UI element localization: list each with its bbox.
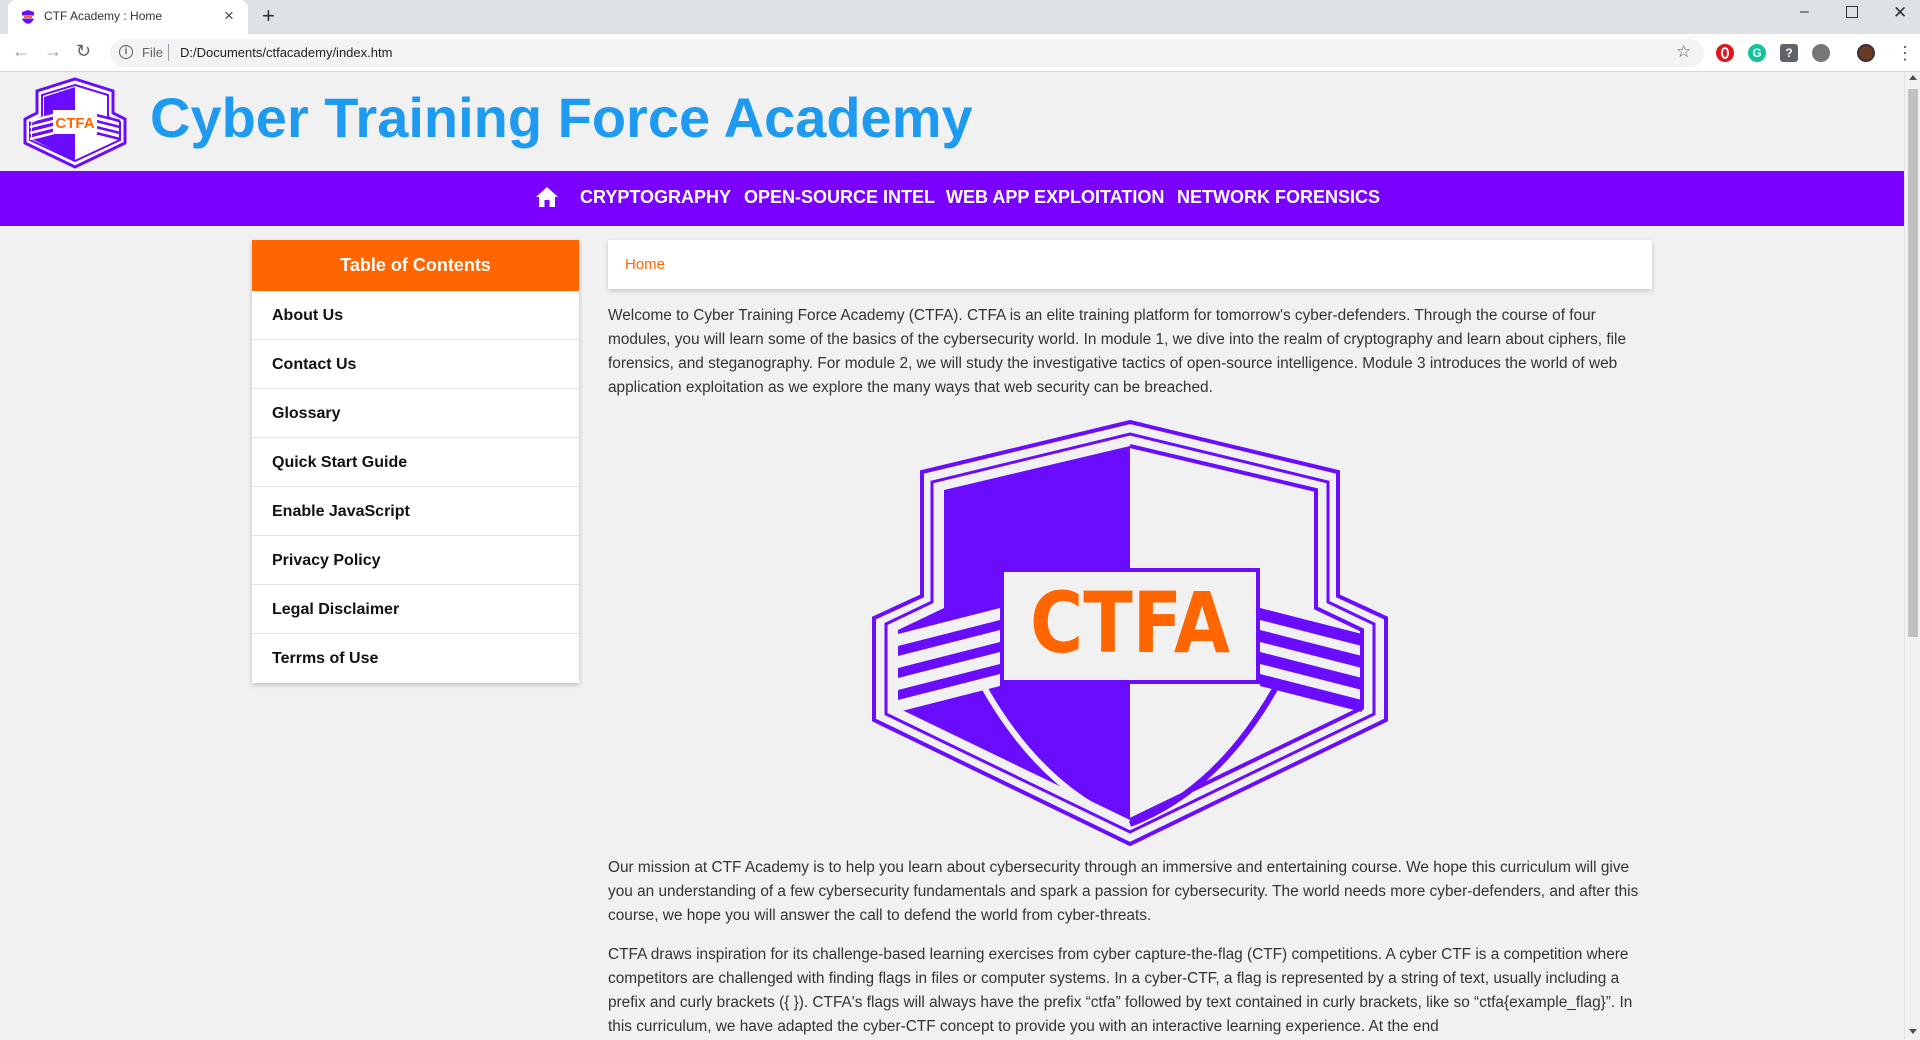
page-scrollbar[interactable] (1904, 72, 1920, 1040)
breadcrumb-home-link[interactable]: Home (625, 256, 665, 273)
toc-item-privacy-policy[interactable]: Privacy Policy (252, 536, 579, 585)
toc-title: Table of Contents (252, 240, 579, 291)
nav-web-app-exploitation[interactable]: WEB APP EXPLOITATION (946, 187, 1164, 208)
toc-item-about-us[interactable]: About Us (252, 291, 579, 340)
browser-tab[interactable]: CTF Academy : Home × (8, 0, 248, 34)
intro-paragraph: Welcome to Cyber Training Force Academy … (608, 307, 1627, 396)
toc-item-glossary[interactable]: Glossary (252, 389, 579, 438)
breadcrumb: Home (608, 240, 1652, 289)
profile-avatar[interactable] (1857, 44, 1875, 62)
toc-item-enable-javascript[interactable]: Enable JavaScript (252, 487, 579, 536)
url-scheme: File (142, 45, 163, 60)
scroll-down-arrow-icon[interactable] (1909, 1029, 1917, 1034)
browser-tab-strip: CTF Academy : Home × + – ✕ (0, 0, 1920, 34)
main-navbar: CRYPTOGRAPHY OPEN-SOURCE INTEL WEB APP E… (0, 171, 1904, 226)
nav-cryptography[interactable]: CRYPTOGRAPHY (580, 187, 731, 208)
url-text[interactable]: D:/Documents/ctfacademy/index.htm (180, 45, 392, 60)
tab-title: CTF Academy : Home (44, 9, 163, 23)
shield-logo-text: CTFA (1030, 574, 1230, 672)
restore-button[interactable] (1846, 6, 1858, 18)
new-tab-button[interactable]: + (262, 3, 275, 29)
url-separator (168, 44, 169, 61)
browser-menu-icon[interactable]: ⋮ (1896, 43, 1914, 64)
scroll-up-arrow-icon[interactable] (1909, 75, 1917, 80)
tab-close-icon[interactable]: × (224, 6, 234, 26)
main-content: Home Welcome to Cyber Training Force Aca… (608, 240, 1652, 1039)
close-window-button[interactable]: ✕ (1893, 3, 1907, 23)
browser-toolbar: ← → ↻ i File D:/Documents/ctfacademy/ind… (0, 34, 1920, 72)
ctfa-favicon-icon (21, 10, 35, 24)
site-header: CTFA Cyber Training Force Academy (0, 72, 1904, 172)
mission-paragraph: Our mission at CTF Academy is to help yo… (608, 859, 1639, 924)
grammarly-extension-icon[interactable]: G (1748, 44, 1766, 62)
page-viewport: CTFA Cyber Training Force Academy CRYPTO… (0, 72, 1904, 1040)
ctfa-logo-icon[interactable]: CTFA (20, 77, 130, 169)
ctfa-shield-logo-icon: CTFA (872, 420, 1388, 846)
ctf-paragraph: CTFA draws inspiration for its challenge… (608, 946, 1633, 1035)
reload-icon[interactable]: ↻ (76, 41, 91, 62)
globe-extension-icon[interactable] (1812, 44, 1830, 62)
opera-extension-icon[interactable] (1716, 44, 1734, 62)
help-extension-icon[interactable]: ? (1780, 44, 1798, 62)
toc-item-quick-start-guide[interactable]: Quick Start Guide (252, 438, 579, 487)
info-icon[interactable]: i (119, 45, 133, 59)
nav-network-forensics[interactable]: NETWORK FORENSICS (1177, 187, 1380, 208)
address-bar[interactable]: i File D:/Documents/ctfacademy/index.htm… (110, 39, 1704, 67)
forward-arrow-icon[interactable]: → (44, 41, 62, 62)
table-of-contents: Table of Contents About Us Contact Us Gl… (252, 240, 579, 683)
bookmark-star-icon[interactable]: ☆ (1676, 42, 1691, 62)
home-icon[interactable] (535, 186, 559, 208)
header-logo-text: CTFA (55, 115, 94, 132)
nav-open-source-intel[interactable]: OPEN-SOURCE INTEL (744, 187, 935, 208)
site-title: Cyber Training Force Academy (150, 86, 973, 149)
toc-item-contact-us[interactable]: Contact Us (252, 340, 579, 389)
toc-item-legal-disclaimer[interactable]: Legal Disclaimer (252, 585, 579, 634)
scrollbar-thumb[interactable] (1908, 89, 1918, 637)
back-arrow-icon[interactable]: ← (12, 41, 30, 62)
toc-item-terms-of-use[interactable]: Terrms of Use (252, 634, 579, 683)
minimize-button[interactable]: – (1800, 3, 1809, 21)
